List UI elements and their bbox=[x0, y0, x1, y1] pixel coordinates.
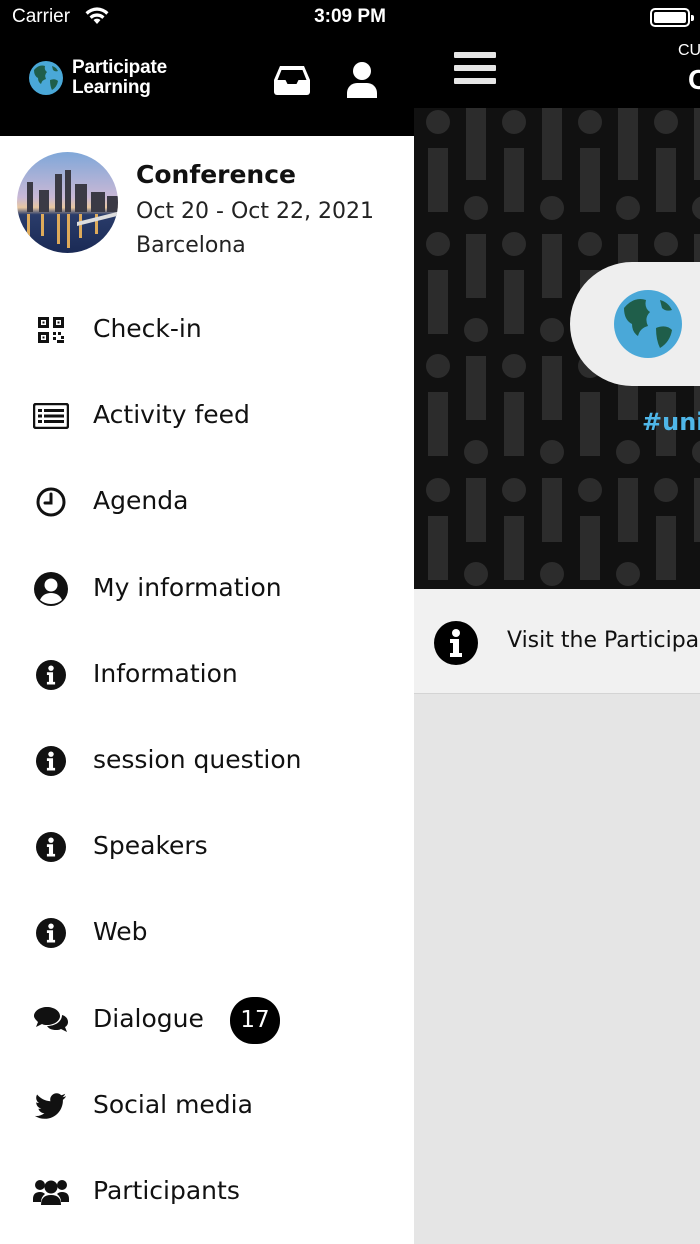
barcelona-photo-image bbox=[17, 152, 118, 253]
navigation-drawer: Conference Oct 20 - Oct 22, 2021 Barcelo… bbox=[0, 136, 414, 1244]
info-icon bbox=[434, 621, 478, 665]
users-icon bbox=[32, 1173, 70, 1211]
menu-item-label: Agenda bbox=[93, 486, 189, 516]
user-profile-button[interactable] bbox=[344, 60, 380, 100]
menu-item-activity-feed[interactable]: Activity feed bbox=[0, 373, 414, 459]
clock-time: 3:09 PM bbox=[314, 6, 386, 27]
info-banner-text: Visit the Participa bbox=[507, 628, 700, 653]
event-card[interactable]: Conference Oct 20 - Oct 22, 2021 Barcelo… bbox=[0, 136, 414, 276]
menu-item-session-question[interactable]: session question bbox=[0, 718, 414, 804]
menu-item-label: Speakers bbox=[93, 831, 208, 861]
menu-item-label: My information bbox=[93, 572, 282, 602]
drawer-header: Participate Learning bbox=[0, 36, 414, 136]
info-icon bbox=[32, 742, 70, 780]
menu-item-label: Activity feed bbox=[93, 400, 250, 430]
menu-item-label: Web bbox=[93, 917, 148, 947]
main-top-bar: CU C bbox=[414, 36, 700, 108]
brand-name-line2: Learning bbox=[72, 77, 151, 98]
twitter-icon bbox=[32, 1087, 70, 1125]
globe-icon bbox=[614, 290, 682, 358]
menu-item-information[interactable]: Information bbox=[0, 632, 414, 718]
menu-hamburger-button[interactable] bbox=[454, 52, 496, 90]
comments-icon bbox=[32, 1001, 70, 1039]
main-top-right-title: C bbox=[688, 64, 700, 95]
newspaper-icon bbox=[32, 397, 70, 435]
main-top-right-label: CU bbox=[678, 42, 700, 59]
info-icon bbox=[32, 656, 70, 694]
info-banner-row[interactable]: Visit the Participa bbox=[414, 589, 700, 694]
globe-logo-icon bbox=[29, 61, 63, 95]
info-icon bbox=[32, 914, 70, 952]
menu-item-label: session question bbox=[93, 744, 302, 774]
hero-hashtag: #uni bbox=[642, 408, 700, 436]
menu-item-check-in[interactable]: Check-in bbox=[0, 287, 414, 373]
menu-item-social-media[interactable]: Social media bbox=[0, 1063, 414, 1149]
qr-code-icon bbox=[32, 311, 70, 349]
event-avatar bbox=[17, 152, 118, 253]
menu-item-label: Check-in bbox=[93, 314, 202, 343]
menu-item-speakers[interactable]: Speakers bbox=[0, 804, 414, 890]
menu-item-label: Social media bbox=[93, 1089, 253, 1119]
inbox-button[interactable] bbox=[272, 62, 312, 98]
menu-item-web[interactable]: Web bbox=[0, 890, 414, 976]
main-content-area bbox=[414, 694, 700, 1244]
clock-icon bbox=[32, 483, 70, 521]
event-dates: Oct 20 - Oct 22, 2021 bbox=[136, 199, 374, 224]
menu-item-agenda[interactable]: Agenda bbox=[0, 459, 414, 545]
status-bar: Carrier 3:09 PM bbox=[0, 0, 700, 36]
event-title: Conference bbox=[136, 160, 297, 189]
event-location: Barcelona bbox=[136, 233, 246, 258]
user-circle-icon bbox=[32, 570, 70, 608]
battery-icon bbox=[650, 8, 694, 27]
menu-item-label: Information bbox=[93, 658, 238, 688]
brand-name-line1: Participate bbox=[72, 57, 167, 78]
menu-item-label: Dialogue bbox=[93, 1003, 204, 1033]
info-icon bbox=[32, 828, 70, 866]
drawer-menu: Check-in Activity feed Agenda My informa… bbox=[0, 287, 414, 1235]
menu-item-dialogue[interactable]: Dialogue 17 bbox=[0, 977, 414, 1063]
hero-banner: #uni bbox=[414, 108, 700, 589]
menu-item-participants[interactable]: Participants bbox=[0, 1149, 414, 1235]
unread-count-badge: 17 bbox=[230, 996, 280, 1044]
menu-item-my-information[interactable]: My information bbox=[0, 546, 414, 632]
brand-name: Participate Learning bbox=[72, 58, 167, 98]
menu-item-label: Participants bbox=[93, 1175, 240, 1205]
